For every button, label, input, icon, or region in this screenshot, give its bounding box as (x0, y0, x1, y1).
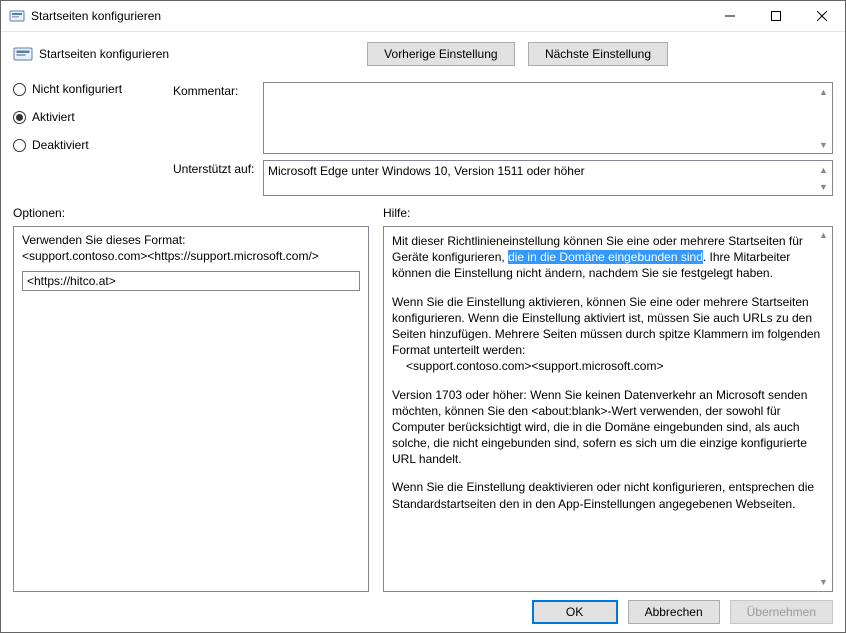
scroll-down-icon[interactable]: ▼ (815, 178, 832, 195)
window-controls (707, 1, 845, 31)
close-button[interactable] (799, 1, 845, 31)
policy-header-icon (13, 44, 33, 64)
radio-label: Deaktiviert (32, 138, 89, 152)
help-paragraph: Version 1703 oder höher: Wenn Sie keinen… (392, 387, 824, 468)
radio-not-configured[interactable]: Nicht konfiguriert (13, 82, 173, 96)
scroll-down-icon[interactable]: ▼ (815, 574, 832, 591)
dialog-content: Startseiten konfigurieren Vorherige Eins… (1, 32, 845, 632)
section-labels: Optionen: Hilfe: (13, 206, 833, 220)
comment-textbox[interactable]: ▲ ▼ (263, 82, 833, 154)
supported-label: Unterstützt auf: (173, 160, 263, 196)
minimize-button[interactable] (707, 1, 753, 31)
radio-label: Nicht konfiguriert (32, 82, 122, 96)
scroll-up-icon[interactable]: ▲ (815, 227, 832, 244)
option-format-hint: <support.contoso.com><https://support.mi… (22, 249, 360, 263)
startpages-input[interactable] (22, 271, 360, 291)
help-paragraph: Wenn Sie die Einstellung deaktivieren od… (392, 479, 824, 511)
ok-button[interactable]: OK (532, 600, 618, 624)
radio-icon (13, 111, 26, 124)
dialog-window: Startseiten konfigurieren Startseiten (0, 0, 846, 633)
config-row: Nicht konfiguriert Aktiviert Deaktiviert… (13, 82, 833, 196)
nav-buttons: Vorherige Einstellung Nächste Einstellun… (367, 42, 668, 66)
radio-icon (13, 83, 26, 96)
help-paragraph: Mit dieser Richtlinieneinstellung können… (392, 233, 824, 282)
help-panel: ▲ ▼ Mit dieser Richtlinieneinstellung kö… (383, 226, 833, 592)
option-format-label: Verwenden Sie dieses Format: (22, 233, 360, 247)
help-label: Hilfe: (383, 206, 833, 220)
next-setting-button[interactable]: Nächste Einstellung (528, 42, 668, 66)
comment-label: Kommentar: (173, 82, 263, 154)
previous-setting-button[interactable]: Vorherige Einstellung (367, 42, 514, 66)
scroll-down-icon[interactable]: ▼ (815, 136, 832, 153)
cancel-button[interactable]: Abbrechen (628, 600, 720, 624)
policy-icon (9, 8, 25, 24)
radio-icon (13, 139, 26, 152)
radio-disabled[interactable]: Deaktiviert (13, 138, 173, 152)
apply-button: Übernehmen (730, 600, 833, 624)
header-title: Startseiten konfigurieren (39, 47, 169, 61)
radio-enabled[interactable]: Aktiviert (13, 110, 173, 124)
state-radio-group: Nicht konfiguriert Aktiviert Deaktiviert (13, 82, 173, 196)
scroll-up-icon[interactable]: ▲ (815, 83, 832, 100)
highlighted-text: die in die Domäne eingebunden sind (508, 250, 703, 264)
radio-label: Aktiviert (32, 110, 75, 124)
options-label: Optionen: (13, 206, 383, 220)
titlebar[interactable]: Startseiten konfigurieren (1, 1, 845, 32)
dialog-footer: OK Abbrechen Übernehmen (13, 592, 833, 624)
supported-textbox: Microsoft Edge unter Windows 10, Version… (263, 160, 833, 196)
window-title: Startseiten konfigurieren (31, 9, 707, 23)
scroll-up-icon[interactable]: ▲ (815, 161, 832, 178)
maximize-button[interactable] (753, 1, 799, 31)
panels: Verwenden Sie dieses Format: <support.co… (13, 226, 833, 592)
header-row: Startseiten konfigurieren Vorherige Eins… (13, 42, 833, 66)
options-panel: Verwenden Sie dieses Format: <support.co… (13, 226, 369, 592)
help-paragraph: Wenn Sie die Einstellung aktivieren, kön… (392, 294, 824, 375)
